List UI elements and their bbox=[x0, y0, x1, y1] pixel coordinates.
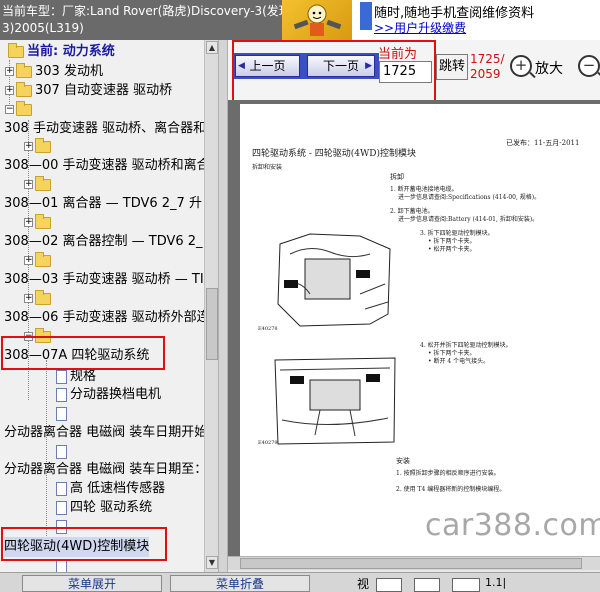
site-watermark: car388.com bbox=[425, 508, 600, 543]
hscroll-thumb[interactable] bbox=[240, 558, 582, 569]
view-mode-3-button[interactable] bbox=[452, 578, 480, 592]
expand-icon[interactable]: + bbox=[5, 86, 14, 95]
tree-line bbox=[46, 360, 47, 540]
tree-node[interactable]: + bbox=[24, 137, 54, 157]
catalog-tree[interactable]: 当前: 动力系统 +303 发动机 +307 自动变速器 驱动桥 − 308 手… bbox=[0, 40, 204, 572]
page-count: 1725/ 2059 bbox=[470, 52, 505, 82]
tree-leaf[interactable] bbox=[56, 404, 70, 424]
tree-leaf[interactable]: 规格 bbox=[56, 367, 96, 387]
highlight-box-navigation bbox=[232, 40, 436, 102]
step-4-b: • 断开 4 个电气接头。 bbox=[428, 358, 490, 365]
document-icon bbox=[56, 369, 67, 384]
page-count-total: 2059 bbox=[470, 67, 501, 81]
tree-leaf[interactable]: 高 低速档传感器 bbox=[56, 479, 165, 499]
tree-leaf[interactable]: 分动器换档电机 bbox=[56, 385, 161, 405]
tree-node[interactable]: − bbox=[5, 100, 35, 120]
tree-node[interactable]: 308—06 手动变速器 驱动桥外部连 bbox=[4, 308, 204, 328]
scroll-down-arrow-icon[interactable]: ▼ bbox=[206, 556, 218, 569]
folder-icon bbox=[35, 213, 51, 229]
expand-icon[interactable]: + bbox=[24, 256, 33, 265]
mascot-logo bbox=[282, 0, 352, 40]
page-heading: 四轮驱动系统 - 四轮驱动(4WD)控制模块 bbox=[252, 149, 416, 159]
zoom-in-label[interactable]: 放大 bbox=[535, 58, 563, 78]
page-subheading: 拆卸和安装 bbox=[252, 164, 283, 171]
document-icon bbox=[56, 481, 67, 496]
tree-node[interactable]: + bbox=[24, 175, 54, 195]
tree-node[interactable]: 308—01 离合器 — TDV6 2_7 升 bbox=[4, 194, 202, 214]
tree-node[interactable]: +303 发动机 bbox=[5, 62, 103, 82]
banner-phone-icon bbox=[360, 2, 372, 30]
expand-icon[interactable]: + bbox=[24, 180, 33, 189]
view-mode-1-button[interactable] bbox=[376, 578, 402, 592]
tree-node[interactable]: + bbox=[24, 289, 54, 309]
folder-icon bbox=[35, 289, 51, 305]
removal-heading: 拆卸 bbox=[390, 173, 404, 181]
folder-icon bbox=[16, 81, 32, 97]
highlight-box-4wd-module bbox=[1, 527, 167, 561]
figure-1-illustration bbox=[270, 224, 400, 334]
open-folder-icon bbox=[16, 100, 32, 116]
document-hscrollbar[interactable] bbox=[228, 556, 600, 570]
page-code: 已发布：11-五月-2011 bbox=[506, 139, 580, 147]
tree-leaf[interactable]: 四轮 驱动系统 bbox=[56, 498, 152, 518]
expand-icon[interactable]: + bbox=[24, 142, 33, 151]
view-mode-2-button[interactable] bbox=[414, 578, 440, 592]
tree-leaf[interactable] bbox=[56, 442, 70, 462]
zoom-out-icon[interactable]: − bbox=[578, 55, 600, 77]
step-2-detail: 进一步信息请查阅:Battery (414-01, 拆卸和安装)。 bbox=[398, 216, 539, 223]
vehicle-title-line1: 当前车型：厂家:Land Rover(路虎)Discovery-3(发现 bbox=[2, 4, 282, 18]
jump-button[interactable]: 跳转 bbox=[436, 54, 468, 80]
figure-1-code: E40278 bbox=[258, 326, 278, 332]
figure-2-code: E40279 bbox=[258, 440, 278, 446]
install-step-1: 1. 按照拆卸步骤的相反顺序进行安装。 bbox=[396, 470, 500, 477]
page-count-current: 1725/ bbox=[470, 52, 505, 66]
install-heading: 安装 bbox=[396, 457, 410, 465]
scrollbar-thumb[interactable] bbox=[206, 288, 218, 360]
view-ratio: 1.1| bbox=[485, 576, 507, 589]
manual-page: 已发布：11-五月-2011 四轮驱动系统 - 四轮驱动(4WD)控制模块 拆卸… bbox=[240, 104, 600, 556]
ad-banner[interactable]: 随时,随地手机查阅维修资料 >>用户升级缴费 bbox=[282, 0, 600, 40]
scroll-up-arrow-icon[interactable]: ▲ bbox=[206, 41, 218, 54]
pane-splitter[interactable] bbox=[218, 40, 228, 572]
expand-icon[interactable]: + bbox=[24, 294, 33, 303]
folder-icon bbox=[35, 251, 51, 267]
tree-node[interactable]: + bbox=[24, 213, 54, 233]
tree-node[interactable]: 308—00 手动变速器 驱动桥和离合 bbox=[4, 156, 204, 176]
document-icon bbox=[56, 387, 67, 402]
highlight-box-4wd-system bbox=[1, 336, 165, 370]
expand-menu-button[interactable]: 菜单展开 bbox=[22, 575, 162, 592]
document-icon bbox=[56, 406, 67, 421]
upgrade-link[interactable]: >>用户升级缴费 bbox=[374, 19, 466, 36]
document-icon bbox=[56, 500, 67, 515]
current-category: 当前: 动力系统 bbox=[8, 42, 115, 62]
app-window: 当前车型：厂家:Land Rover(路虎)Discovery-3(发现 3)2… bbox=[0, 0, 600, 592]
expand-icon[interactable]: + bbox=[24, 218, 33, 227]
tree-node[interactable]: +307 自动变速器 驱动桥 bbox=[5, 81, 172, 101]
tree-node[interactable]: 308—02 离合器控制 — TDV6 2_ bbox=[4, 232, 203, 252]
collapse-icon[interactable]: − bbox=[5, 105, 14, 114]
tree-node[interactable]: 308—03 手动变速器 驱动桥 — TI bbox=[4, 270, 204, 290]
tree-node[interactable]: + bbox=[24, 251, 54, 271]
expand-icon[interactable]: + bbox=[5, 67, 14, 76]
vehicle-title-line2: 3)2005(L319) bbox=[2, 21, 84, 35]
step-1-detail: 进一步信息请查阅:Specifications (414-00, 规格)。 bbox=[398, 194, 541, 201]
step-3-b: • 松开两个卡夹。 bbox=[428, 246, 476, 253]
zoom-in-icon[interactable]: + bbox=[510, 55, 532, 77]
folder-icon bbox=[16, 62, 32, 78]
document-icon bbox=[56, 444, 67, 459]
folder-icon bbox=[35, 175, 51, 191]
tree-leaf[interactable]: 分动器离合器 电磁阀 装车日期开始 bbox=[4, 423, 204, 443]
view-label: 视 bbox=[357, 577, 370, 591]
figure-2-illustration bbox=[270, 350, 400, 450]
folder-icon bbox=[35, 137, 51, 153]
vehicle-title: 当前车型：厂家:Land Rover(路虎)Discovery-3(发现 3)2… bbox=[0, 0, 282, 40]
collapse-menu-button[interactable]: 菜单折叠 bbox=[170, 575, 310, 592]
tree-node[interactable]: 308 手动变速器 驱动桥、离合器和 bbox=[4, 119, 204, 139]
tree-leaf[interactable]: 分动器离合器 电磁阀 装车日期至： bbox=[4, 460, 204, 480]
install-step-2: 2. 使用 T4 编程器将新的控制模块编程。 bbox=[396, 486, 506, 493]
tree-scrollbar[interactable]: ▲ ▼ bbox=[204, 40, 218, 572]
open-folder-icon bbox=[8, 42, 24, 58]
